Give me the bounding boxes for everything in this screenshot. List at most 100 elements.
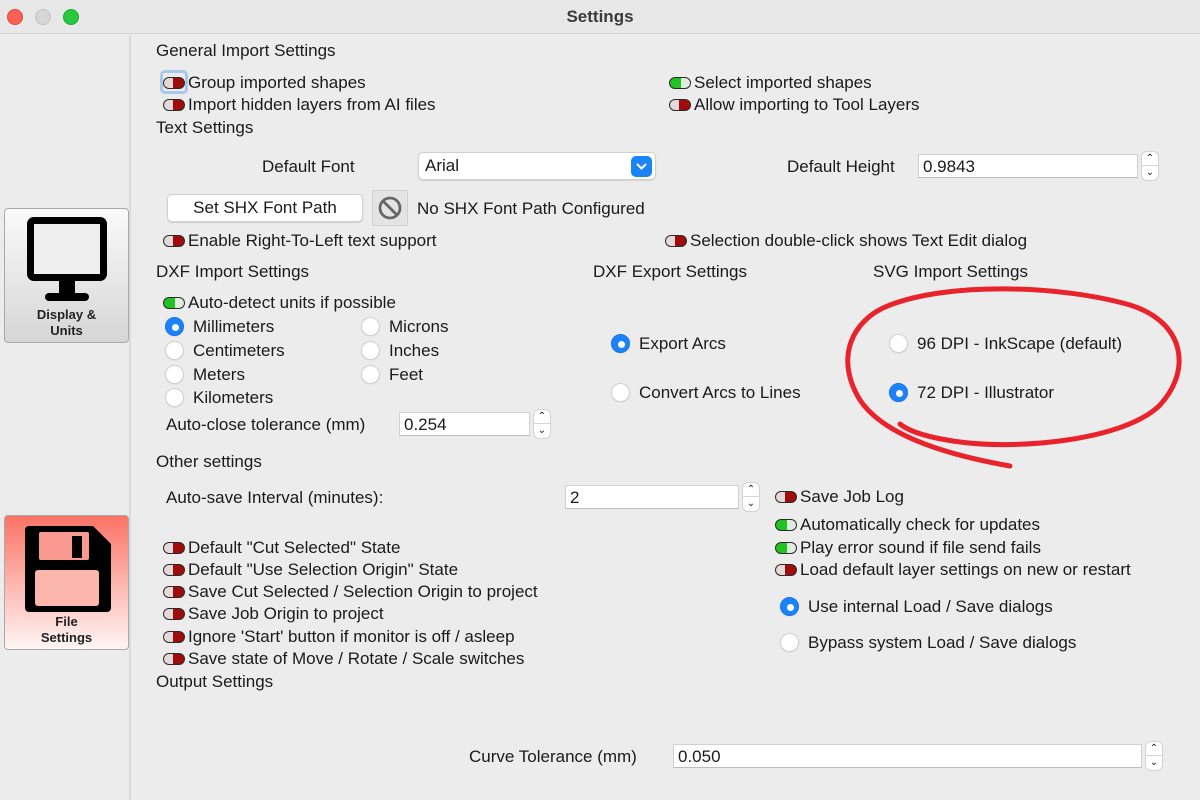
toggle-switch-icon[interactable]	[163, 631, 185, 643]
toggle-switch-icon[interactable]	[163, 99, 185, 111]
default-height-input[interactable]: 0.9843	[918, 154, 1138, 178]
stepper-down-icon[interactable]: ⌄	[1146, 756, 1162, 770]
toggle-switch-icon[interactable]	[775, 491, 797, 503]
autosave-interval-stepper[interactable]: ⌃ ⌄	[742, 482, 760, 512]
radio-label: Bypass system Load / Save dialogs	[808, 633, 1077, 652]
default-font-select[interactable]: Arial	[418, 152, 656, 180]
default-height-label: Default Height	[787, 157, 895, 176]
sidebar-item-display-units[interactable]: Display & Units	[4, 208, 129, 343]
toggle-switch-icon[interactable]	[775, 542, 797, 554]
toggle-switch-icon[interactable]	[163, 653, 185, 665]
toggle-label: Save Job Log	[800, 487, 904, 506]
dxf-export-heading: DXF Export Settings	[593, 262, 748, 281]
radio-label: Inches	[389, 341, 440, 360]
toggle-switch-icon[interactable]	[163, 77, 185, 89]
chevron-down-icon[interactable]	[631, 156, 652, 177]
toggle-switch-icon[interactable]	[775, 519, 797, 531]
radio-button[interactable]	[611, 334, 630, 353]
toggle-switch-icon[interactable]	[775, 564, 797, 576]
toggle-switch-icon[interactable]	[163, 586, 185, 598]
toggle-label: Save Job Origin to project	[188, 604, 384, 623]
radio-button[interactable]	[780, 597, 799, 616]
autosave-interval-label: Auto-save Interval (minutes):	[166, 488, 384, 507]
title-bar: Settings	[0, 0, 1200, 34]
radio-label: 96 DPI - InkScape (default)	[917, 334, 1123, 353]
curve-tolerance-label: Curve Tolerance (mm)	[469, 747, 637, 766]
toggle-switch-icon[interactable]	[163, 297, 185, 309]
toggle-label: Select imported shapes	[694, 73, 872, 92]
toggle-label: Default "Cut Selected" State	[188, 538, 401, 557]
toggle-switch-icon[interactable]	[669, 77, 691, 89]
radio-button[interactable]	[165, 317, 184, 336]
toggle-label: Import hidden layers from AI files	[188, 95, 436, 114]
default-font-label: Default Font	[262, 157, 355, 176]
auto-close-tolerance-input[interactable]: 0.254	[399, 412, 530, 436]
curve-tolerance-input[interactable]: 0.050	[673, 744, 1142, 768]
toggle-label: Selection double-click shows Text Edit d…	[690, 231, 1028, 250]
toggle-label: Automatically check for updates	[800, 515, 1041, 534]
radio-button[interactable]	[361, 317, 380, 336]
toggle-switch-icon[interactable]	[163, 542, 185, 554]
annotation-stroke	[845, 286, 1182, 469]
toggle-label: Auto-detect units if possible	[188, 293, 396, 312]
stepper-up-icon[interactable]: ⌃	[534, 410, 550, 424]
sidebar-item-label: Units	[50, 323, 83, 338]
toggle-switch-icon[interactable]	[665, 235, 687, 247]
toggle-switch-icon[interactable]	[163, 235, 185, 247]
sidebar-item-file-settings[interactable]: File Settings	[4, 515, 129, 650]
stepper-up-icon[interactable]: ⌃	[1142, 152, 1158, 166]
radio-button[interactable]	[780, 633, 799, 652]
radio-label: Kilometers	[193, 388, 274, 407]
text-settings-heading: Text Settings	[156, 118, 254, 137]
prohibited-icon	[378, 196, 402, 220]
auto-close-tolerance-label: Auto-close tolerance (mm)	[166, 415, 366, 434]
toggle-label: Play error sound if file send fails	[800, 538, 1041, 557]
radio-label: Use internal Load / Save dialogs	[808, 597, 1053, 616]
toggle-label: Default "Use Selection Origin" State	[188, 560, 459, 579]
output-settings-heading: Output Settings	[156, 672, 274, 691]
stepper-down-icon[interactable]: ⌄	[1142, 166, 1158, 180]
toggle-switch-icon[interactable]	[669, 99, 691, 111]
shx-status-button	[372, 190, 408, 226]
radio-label: Millimeters	[193, 317, 275, 336]
other-settings-heading: Other settings	[156, 452, 262, 471]
autosave-interval-input[interactable]: 2	[565, 485, 739, 509]
radio-label: Centimeters	[193, 341, 285, 360]
radio-button[interactable]	[361, 365, 380, 384]
toggle-label: Allow importing to Tool Layers	[694, 95, 920, 114]
radio-button[interactable]	[611, 383, 630, 402]
sidebar-item-label: Display &	[36, 307, 97, 322]
radio-button[interactable]	[165, 341, 184, 360]
radio-button[interactable]	[165, 365, 184, 384]
stepper-up-icon[interactable]: ⌃	[1146, 742, 1162, 756]
shx-status-text: No SHX Font Path Configured	[417, 199, 645, 218]
radio-label: Microns	[389, 317, 449, 336]
sidebar-item-label: File	[55, 614, 78, 629]
radio-label: Meters	[193, 365, 245, 384]
toggle-label: Group imported shapes	[188, 73, 366, 92]
general-import-heading: General Import Settings	[156, 41, 336, 60]
curve-tolerance-stepper[interactable]: ⌃ ⌄	[1145, 741, 1163, 771]
radio-label: 72 DPI - Illustrator	[917, 383, 1054, 402]
toggle-switch-icon[interactable]	[163, 608, 185, 620]
radio-button[interactable]	[361, 341, 380, 360]
toggle-label: Save state of Move / Rotate / Scale swit…	[188, 649, 525, 668]
radio-button[interactable]	[889, 383, 908, 402]
toggle-label: Ignore 'Start' button if monitor is off …	[188, 627, 515, 646]
sidebar: Display & Units File Settings	[0, 35, 131, 800]
window-title: Settings	[566, 7, 634, 26]
toggle-label: Enable Right-To-Left text support	[188, 231, 437, 250]
toggle-label: Save Cut Selected / Selection Origin to …	[188, 582, 538, 601]
auto-close-tolerance-stepper[interactable]: ⌃ ⌄	[533, 409, 551, 439]
toggle-switch-icon[interactable]	[163, 564, 185, 576]
stepper-down-icon[interactable]: ⌄	[743, 497, 759, 511]
floppy-disk-icon	[24, 526, 111, 612]
sidebar-item-label: Settings	[40, 630, 93, 645]
stepper-down-icon[interactable]: ⌄	[534, 424, 550, 438]
radio-button[interactable]	[889, 334, 908, 353]
stepper-up-icon[interactable]: ⌃	[743, 483, 759, 497]
default-height-stepper[interactable]: ⌃ ⌄	[1141, 151, 1159, 181]
set-shx-font-path-button[interactable]: Set SHX Font Path	[167, 194, 363, 222]
radio-button[interactable]	[165, 388, 184, 407]
monitor-icon	[26, 217, 107, 301]
